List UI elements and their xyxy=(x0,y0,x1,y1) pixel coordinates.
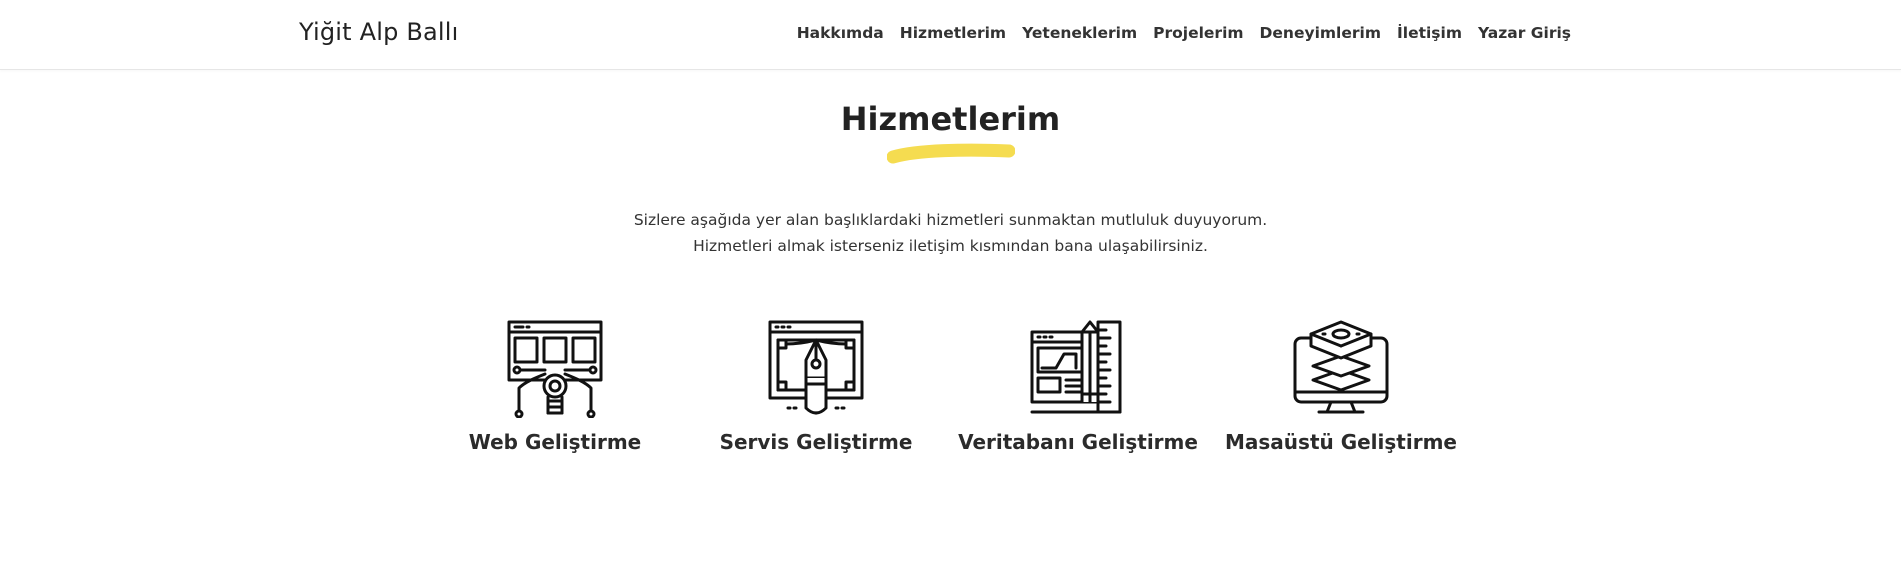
section-header: Hizmetlerim xyxy=(0,100,1901,138)
service-card-veritabani: Veritabanı Geliştirme xyxy=(947,318,1209,454)
database-design-icon xyxy=(1030,320,1122,414)
nav-link-yeteneklerim[interactable]: Yeteneklerim xyxy=(1022,24,1137,42)
nav-link-yazar-giris[interactable]: Yazar Giriş xyxy=(1478,24,1571,42)
service-title-masaustu: Masaüstü Geliştirme xyxy=(1225,430,1457,454)
service-card-servis: Servis Geliştirme xyxy=(685,318,947,454)
service-title-veritabani: Veritabanı Geliştirme xyxy=(958,430,1198,454)
nav-link-hakkimda[interactable]: Hakkımda xyxy=(797,24,884,42)
navbar: Yiğit Alp Ballı Hakkımda Hizmetlerim Yet… xyxy=(0,0,1901,70)
service-card-web: Web Geliştirme xyxy=(424,318,686,454)
brand-logo-text[interactable]: Yiğit Alp Ballı xyxy=(299,18,459,46)
service-card-masaustu: Masaüstü Geliştirme xyxy=(1210,318,1472,454)
section-title: Hizmetlerim xyxy=(840,100,1061,138)
main-nav: Hakkımda Hizmetlerim Yeteneklerim Projel… xyxy=(797,24,1571,42)
desktop-layers-icon xyxy=(1293,320,1389,414)
section-intro: Sizlere aşağıda yer alan başlıklardaki h… xyxy=(0,207,1901,259)
service-title-servis: Servis Geliştirme xyxy=(719,430,913,454)
nav-link-iletisim[interactable]: İletişim xyxy=(1397,24,1462,42)
service-title-web: Web Geliştirme xyxy=(468,430,642,454)
nav-link-hizmetlerim[interactable]: Hizmetlerim xyxy=(900,24,1006,42)
intro-line-2: Hizmetleri almak isterseniz iletişim kıs… xyxy=(693,237,1208,255)
nav-link-projelerim[interactable]: Projelerim xyxy=(1153,24,1243,42)
services-grid: Web Geliştirme Servis Geliştirme Veritab… xyxy=(0,318,1901,468)
nav-link-deneyimlerim[interactable]: Deneyimlerim xyxy=(1260,24,1381,42)
web-development-icon xyxy=(507,320,603,418)
intro-line-1: Sizlere aşağıda yer alan başlıklardaki h… xyxy=(633,211,1268,229)
title-underline-decoration xyxy=(887,143,1015,164)
service-design-icon xyxy=(768,320,864,415)
